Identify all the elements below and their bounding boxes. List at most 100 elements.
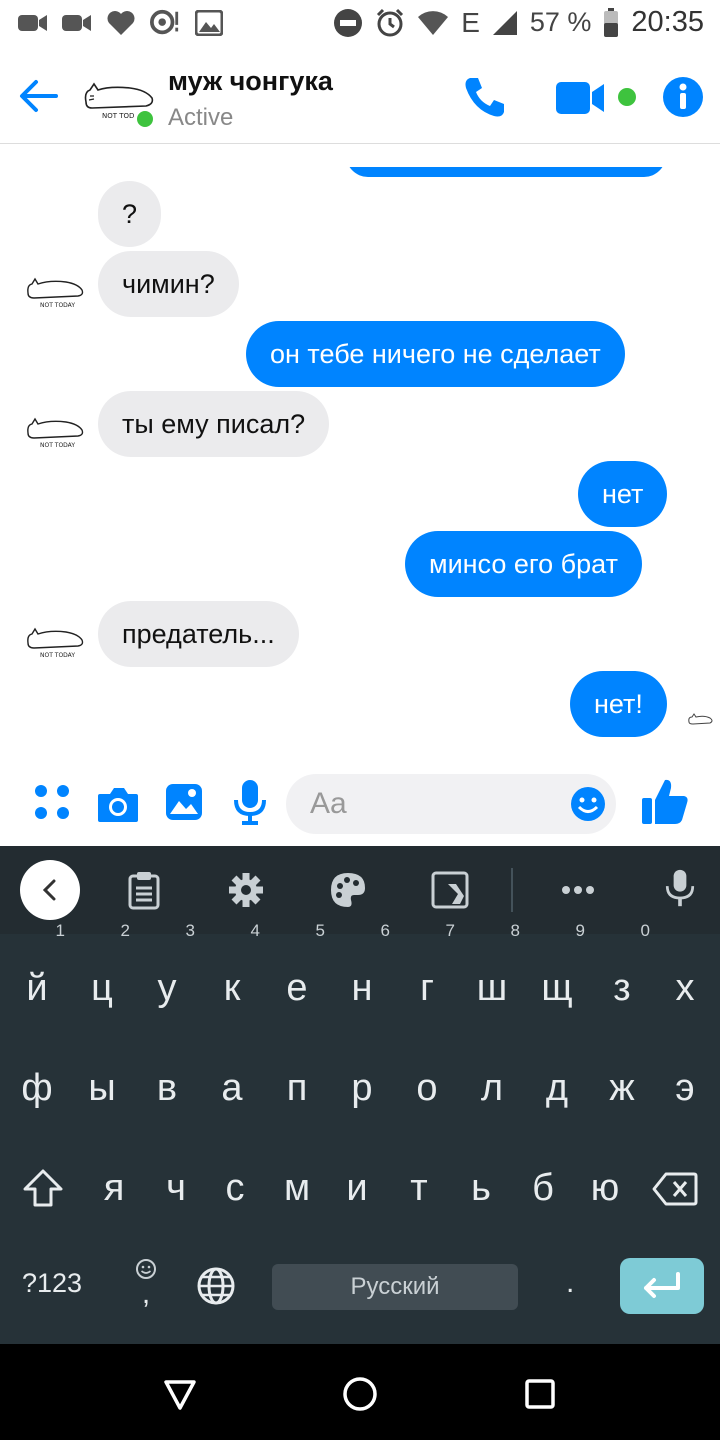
key[interactable]: т bbox=[387, 1148, 451, 1228]
gallery-icon[interactable] bbox=[164, 782, 204, 822]
message-outgoing[interactable]: минсо его брат bbox=[405, 531, 642, 597]
camera-icon[interactable] bbox=[96, 784, 140, 824]
clock: 20:35 bbox=[631, 6, 704, 38]
key[interactable]: п bbox=[265, 1048, 329, 1128]
gear-icon[interactable] bbox=[226, 870, 266, 910]
message-composer: Aa bbox=[0, 758, 720, 846]
phone-call-icon[interactable] bbox=[462, 74, 508, 120]
comma-key-label: , bbox=[141, 1277, 151, 1310]
active-indicator bbox=[134, 108, 156, 130]
key[interactable]: н6 bbox=[330, 922, 394, 1028]
notification-icons bbox=[18, 8, 224, 38]
key[interactable]: ф bbox=[5, 1048, 69, 1128]
key-hint: 3 bbox=[185, 921, 195, 940]
palette-icon[interactable] bbox=[328, 870, 368, 910]
shift-key-icon[interactable] bbox=[22, 1168, 64, 1208]
key[interactable]: я bbox=[82, 1148, 146, 1228]
key[interactable]: а bbox=[200, 1048, 264, 1128]
soft-keyboard: й1 ц2 у3 к4 е5 н6 г7 ш8 щ9 з0 х ф ы в а … bbox=[0, 846, 720, 1344]
key[interactable]: ч bbox=[144, 1148, 208, 1228]
globe-icon[interactable] bbox=[196, 1266, 236, 1306]
key[interactable]: л bbox=[460, 1048, 524, 1128]
key[interactable]: д bbox=[525, 1048, 589, 1128]
key-hint: 5 bbox=[315, 921, 325, 940]
key-hint: 7 bbox=[445, 921, 455, 940]
message-input[interactable]: Aa bbox=[286, 774, 616, 834]
message-incoming[interactable]: ты ему писал? bbox=[98, 391, 330, 457]
key[interactable]: ы bbox=[70, 1048, 134, 1128]
key[interactable]: м bbox=[265, 1148, 329, 1228]
battery-percent: 57 % bbox=[529, 7, 592, 37]
period-key[interactable]: . bbox=[566, 1266, 574, 1300]
video-call-icon[interactable] bbox=[556, 80, 606, 116]
space-bar[interactable]: Русский bbox=[272, 1264, 518, 1310]
status-bar: E 57 % 20:35 bbox=[0, 0, 720, 50]
key[interactable]: ю bbox=[573, 1148, 637, 1228]
key[interactable]: и bbox=[325, 1148, 389, 1228]
signal-icon bbox=[492, 10, 517, 35]
thumbs-up-icon[interactable] bbox=[640, 776, 690, 826]
wifi-icon bbox=[418, 10, 449, 35]
clipboard-icon[interactable] bbox=[124, 870, 164, 910]
svg-text:NOT TODAY: NOT TODAY bbox=[40, 302, 75, 309]
resize-keyboard-icon[interactable] bbox=[430, 870, 470, 910]
message-outgoing[interactable]: нет! bbox=[570, 671, 667, 737]
key[interactable]: с bbox=[203, 1148, 267, 1228]
key-hint: 4 bbox=[250, 921, 260, 940]
info-icon[interactable] bbox=[662, 76, 704, 118]
enter-key[interactable] bbox=[620, 1258, 704, 1314]
key[interactable]: р bbox=[330, 1048, 394, 1128]
key[interactable]: щ9 bbox=[525, 922, 589, 1028]
key[interactable]: в bbox=[135, 1048, 199, 1128]
back-triangle-icon[interactable] bbox=[160, 1374, 200, 1414]
emoji-comma-key[interactable]: , bbox=[132, 1258, 160, 1310]
message-list[interactable]: ? NOT TODAY чимин? он тебе ничего не сде… bbox=[0, 145, 720, 755]
system-nav-bar bbox=[0, 1344, 720, 1440]
home-circle-icon[interactable] bbox=[340, 1374, 380, 1414]
key[interactable]: о bbox=[395, 1048, 459, 1128]
key[interactable]: й1 bbox=[5, 922, 69, 1028]
back-arrow-icon[interactable] bbox=[16, 74, 60, 118]
key[interactable]: е5 bbox=[265, 922, 329, 1028]
backspace-key-icon[interactable] bbox=[652, 1172, 698, 1206]
heart-icon bbox=[106, 8, 136, 38]
key[interactable]: ь bbox=[449, 1148, 513, 1228]
message-incoming[interactable]: предатель... bbox=[98, 601, 299, 667]
alarm-icon bbox=[377, 8, 404, 36]
voice-input-icon[interactable] bbox=[660, 868, 700, 908]
key[interactable]: ж bbox=[590, 1048, 654, 1128]
message-incoming[interactable]: ? bbox=[98, 181, 162, 247]
toolbar-divider bbox=[511, 868, 513, 912]
key-hint: 1 bbox=[55, 921, 65, 940]
message-outgoing[interactable]: нет bbox=[578, 461, 668, 527]
key[interactable]: ш8 bbox=[460, 922, 524, 1028]
microphone-icon[interactable] bbox=[232, 778, 268, 826]
symbols-key[interactable]: ?123 bbox=[22, 1268, 82, 1299]
key[interactable]: х bbox=[653, 948, 717, 1028]
recents-square-icon[interactable] bbox=[520, 1374, 560, 1414]
key[interactable]: г7 bbox=[395, 922, 459, 1028]
contact-name[interactable]: муж чонгука bbox=[168, 66, 333, 97]
sender-avatar: NOT TODAY bbox=[27, 417, 84, 449]
conversation-header: NOT TODAY муж чонгука Active bbox=[0, 50, 720, 144]
emoji-icon[interactable] bbox=[570, 786, 606, 822]
key[interactable]: ц2 bbox=[70, 922, 134, 1028]
enter-arrow-icon bbox=[644, 1272, 680, 1298]
battery-icon bbox=[604, 7, 619, 37]
key[interactable]: у3 bbox=[135, 922, 199, 1028]
more-actions-icon[interactable] bbox=[32, 782, 72, 822]
sender-avatar: NOT TODAY bbox=[27, 277, 84, 309]
key[interactable]: э bbox=[653, 1048, 717, 1128]
key-hint: 6 bbox=[380, 921, 390, 940]
key[interactable]: б bbox=[511, 1148, 575, 1228]
key[interactable]: з0 bbox=[590, 922, 654, 1028]
chevron-left-icon[interactable] bbox=[20, 860, 80, 920]
key-hint: 2 bbox=[120, 921, 130, 940]
key-hint: 0 bbox=[640, 921, 650, 940]
message-incoming[interactable]: чимин? bbox=[98, 251, 239, 317]
more-options-icon[interactable] bbox=[558, 870, 598, 910]
key[interactable]: к4 bbox=[200, 922, 264, 1028]
system-status: E 57 % 20:35 bbox=[333, 6, 704, 39]
video-camera-icon bbox=[18, 8, 48, 38]
message-outgoing[interactable]: он тебе ничего не сделает bbox=[246, 321, 625, 387]
